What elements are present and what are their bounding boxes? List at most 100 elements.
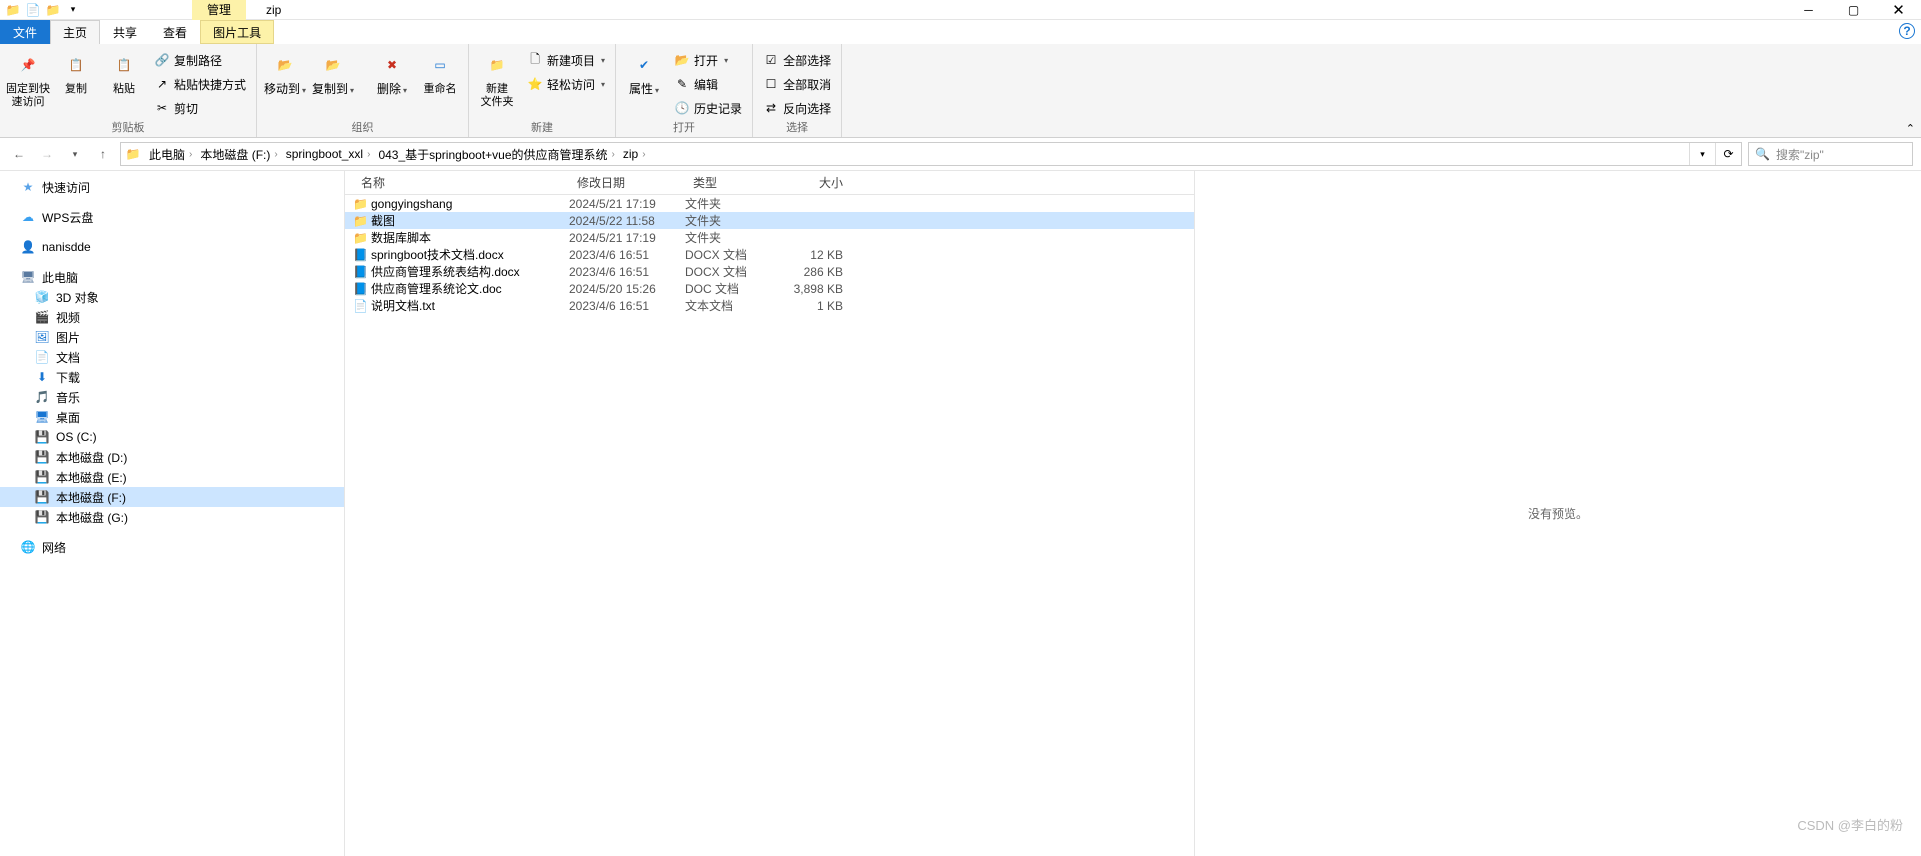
path-icon: 🔗 [154,52,170,68]
sidebar-item[interactable]: 🎵音乐 [0,387,344,407]
invert-select-button[interactable]: ⇄反向选择 [759,97,835,119]
network-icon: 🌐 [20,540,36,554]
paste-button[interactable]: 📋 粘贴 [102,47,146,96]
sidebar-item-nan[interactable]: 👤nanisdde [0,237,344,257]
tab-share[interactable]: 共享 [100,20,150,44]
file-row[interactable]: 📘springboot技术文档.docx2023/4/6 16:51DOCX 文… [345,246,1194,263]
sidebar-item-quick-access[interactable]: ★快速访问 [0,177,344,197]
item-icon: 🧊 [34,290,50,304]
new-item-button[interactable]: 🗋新建项目▾ [523,49,609,71]
select-none-icon: ☐ [763,76,779,92]
pin-button[interactable]: 📌 固定到快 速访问 [6,47,50,109]
sidebar-item[interactable]: 💾本地磁盘 (F:) [0,487,344,507]
column-date[interactable]: 修改日期 [569,174,685,191]
easy-access-button[interactable]: ⭐轻松访问▾ [523,73,609,95]
tab-view[interactable]: 查看 [150,20,200,44]
group-label: 打开 [622,119,746,136]
qat-dropdown[interactable]: ▾ [64,1,82,19]
file-row[interactable]: 📄说明文档.txt2023/4/6 16:51文本文档1 KB [345,297,1194,314]
tab-home[interactable]: 主页 [50,20,100,44]
select-none-button[interactable]: ☐全部取消 [759,73,835,95]
edit-button[interactable]: ✎编辑 [670,73,746,95]
close-button[interactable]: ✕ [1876,0,1921,20]
group-label: 新建 [475,119,609,136]
ribbon-group-clipboard: 📌 固定到快 速访问 📋 复制 📋 粘贴 🔗复制路径 ↗粘贴快捷方式 ✂剪切 剪… [0,44,257,137]
file-row[interactable]: 📁截图2024/5/22 11:58文件夹 [345,212,1194,229]
item-icon: 🎬 [34,310,50,324]
history-button[interactable]: 🕓历史记录 [670,97,746,119]
sidebar-item-this-pc[interactable]: 🖥此电脑 [0,267,344,287]
recent-button[interactable]: ▾ [64,143,86,165]
column-size[interactable]: 大小 [783,174,853,191]
copy-path-button[interactable]: 🔗复制路径 [150,49,250,71]
folder-icon: 📁 [353,231,371,245]
column-type[interactable]: 类型 [685,174,783,191]
qat-item[interactable]: 📄 [24,1,42,19]
file-row[interactable]: 📁数据库脚本2024/5/21 17:19文件夹 [345,229,1194,246]
address-dropdown[interactable]: ▾ [1689,143,1715,165]
refresh-button[interactable]: ⟳ [1715,143,1741,165]
delete-button[interactable]: ✖删除▾ [370,47,414,97]
window-title: zip [266,3,281,17]
scissors-icon: ✂ [154,100,170,116]
sidebar-item-wps[interactable]: ☁WPS云盘 [0,207,344,227]
address-bar[interactable]: 📁 此电脑›本地磁盘 (F:)›springboot_xxl›043_基于spr… [120,142,1742,166]
file-row[interactable]: 📘供应商管理系统论文.doc2024/5/20 15:26DOC 文档3,898… [345,280,1194,297]
sidebar-item[interactable]: 💾本地磁盘 (D:) [0,447,344,467]
breadcrumb[interactable]: 此电脑› [145,143,196,165]
main-area: ★快速访问 ☁WPS云盘 👤nanisdde 🖥此电脑 🧊3D 对象🎬视频🖼图片… [0,171,1921,856]
move-to-button[interactable]: 📂移动到▾ [263,47,307,97]
txt-icon: 📄 [353,299,371,313]
sidebar-item[interactable]: 🖥桌面 [0,407,344,427]
folder-icon: 📁 [353,214,371,228]
sidebar-item[interactable]: ⬇下载 [0,367,344,387]
history-icon: 🕓 [674,100,690,116]
collapse-ribbon-button[interactable]: ⌃ [1906,122,1915,135]
breadcrumb[interactable]: 本地磁盘 (F:)› [196,143,281,165]
sidebar-item[interactable]: 🎬视频 [0,307,344,327]
breadcrumb[interactable]: springboot_xxl› [282,143,375,165]
star-icon: ★ [20,180,36,194]
new-folder-icon: 📁 [481,49,513,81]
minimize-button[interactable]: ─ [1786,0,1831,20]
maximize-button[interactable]: ▢ [1831,0,1876,20]
file-row[interactable]: 📘供应商管理系统表结构.docx2023/4/6 16:51DOCX 文档286… [345,263,1194,280]
open-icon: 📂 [674,52,690,68]
sidebar-item[interactable]: 💾本地磁盘 (G:) [0,507,344,527]
qat-item[interactable]: 📁 [44,1,62,19]
new-folder-button[interactable]: 📁新建 文件夹 [475,47,519,109]
open-button[interactable]: 📂打开▾ [670,49,746,71]
file-row[interactable]: 📁gongyingshang2024/5/21 17:19文件夹 [345,195,1194,212]
breadcrumb[interactable]: 043_基于springboot+vue的供应商管理系统› [374,143,618,165]
tab-picture-tools[interactable]: 图片工具 [200,20,274,44]
file-list-header[interactable]: 名称 修改日期 类型 大小 [345,171,1194,195]
copy-button[interactable]: 📋 复制 [54,47,98,96]
sidebar-item[interactable]: 🧊3D 对象 [0,287,344,307]
column-name[interactable]: 名称 [353,174,569,191]
address-bar-row: ← → ▾ ↑ 📁 此电脑›本地磁盘 (F:)›springboot_xxl›0… [0,138,1921,171]
properties-button[interactable]: ✔属性▾ [622,47,666,97]
up-button[interactable]: ↑ [92,143,114,165]
ribbon-group-open: ✔属性▾ 📂打开▾ ✎编辑 🕓历史记录 打开 [616,44,753,137]
select-all-button[interactable]: ☑全部选择 [759,49,835,71]
breadcrumb[interactable]: zip› [619,143,650,165]
sidebar-item[interactable]: 📄文档 [0,347,344,367]
rename-button[interactable]: ▭重命名 [418,47,462,96]
user-icon: 👤 [20,240,36,254]
help-button[interactable]: ? [1899,23,1915,39]
sidebar-item[interactable]: 💾本地磁盘 (E:) [0,467,344,487]
copy-to-button[interactable]: 📂复制到▾ [311,47,355,97]
preview-text: 没有预览。 [1528,505,1588,522]
move-icon: 📂 [269,49,301,81]
tab-file[interactable]: 文件 [0,20,50,44]
cut-button[interactable]: ✂剪切 [150,97,250,119]
sidebar-item[interactable]: 💾OS (C:) [0,427,344,447]
paste-shortcut-button[interactable]: ↗粘贴快捷方式 [150,73,250,95]
back-button[interactable]: ← [8,143,30,165]
preview-pane: 没有预览。 [1195,171,1921,856]
sidebar-item-network[interactable]: 🌐网络 [0,537,344,557]
search-input[interactable]: 🔍 搜索"zip" [1748,142,1913,166]
sidebar-item[interactable]: 🖼图片 [0,327,344,347]
file-list: 名称 修改日期 类型 大小 📁gongyingshang2024/5/21 17… [345,171,1195,856]
forward-button[interactable]: → [36,143,58,165]
